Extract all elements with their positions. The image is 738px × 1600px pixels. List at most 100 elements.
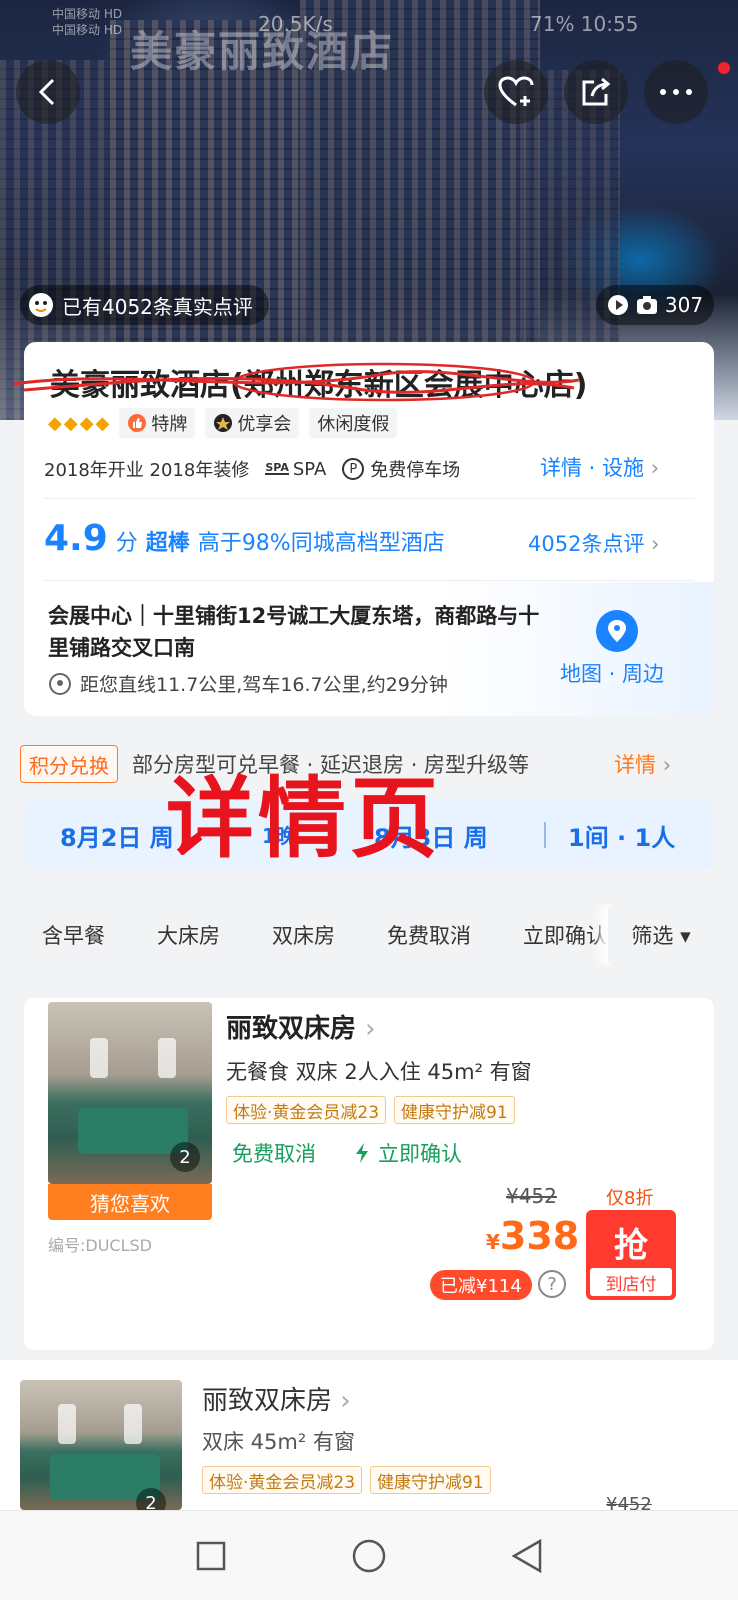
room-card[interactable]: 2 丽致双床房 › 双床 45m² 有窗 体验·黄金会员减23 健康守护减91 … (0, 1360, 738, 1515)
diamond-icon: ◆ (48, 412, 62, 434)
points-detail-link[interactable]: 详情 › (614, 749, 671, 779)
parking-label: 免费停车场 (370, 460, 461, 481)
promo-chip: 体验·黄金会员减23 (226, 1096, 387, 1124)
parking-facility: P 免费停车场 (342, 456, 460, 482)
book-button[interactable]: 抢 到店付 (586, 1210, 676, 1300)
room-filter-bar: 含早餐 大床房 双床房 免费取消 立即确认 筛选 ▾ (24, 904, 714, 966)
status-bar: 中国移动 HD 中国移动 HD 20.5K/s 71% 10:55 (0, 0, 738, 48)
chevron-right-icon: › (650, 456, 660, 480)
location-section[interactable]: 会展中心｜十里铺街12号诚工大厦东塔，商都路与十里铺路交叉口南 距您直线11.7… (24, 582, 714, 716)
details-link-label: 详情 · 设施 (540, 456, 645, 480)
date-separator (544, 822, 546, 848)
free-cancel-text: 免费取消 (232, 1142, 316, 1166)
rooms-guests[interactable]: 1间 · 1人 (568, 818, 675, 853)
photo-gallery-pill[interactable]: 307 (596, 285, 714, 325)
lamp (58, 1404, 76, 1444)
open-renovate-year: 2018年开业 2018年装修 (44, 460, 250, 481)
filter-king-bed[interactable]: 大床房 (139, 904, 238, 966)
room-title[interactable]: 丽致双床房 › (202, 1380, 351, 1417)
tag-special[interactable]: 特牌 (119, 408, 196, 438)
spa-facility: SPA SPA (265, 459, 326, 480)
notification-dot (718, 62, 730, 74)
chevron-right-icon: › (651, 532, 660, 556)
hotel-tag-row: ◆ ◆ ◆ ◆ 特牌 优享会 休闲度假 (48, 408, 398, 438)
home-button[interactable] (346, 1533, 392, 1579)
checkin-date[interactable]: 8月2日 周 (60, 818, 174, 853)
favorite-button[interactable] (484, 60, 548, 124)
camera-icon (636, 296, 657, 314)
mascot-icon (29, 293, 53, 317)
square-icon (196, 1541, 226, 1571)
promo-chip: 体验·黄金会员减23 (202, 1466, 363, 1494)
review-count-pill[interactable]: 已有4052条真实点评 (20, 285, 269, 325)
room-meta: 双床 45m² 有窗 (202, 1430, 355, 1454)
map-nearby-link[interactable]: 地图 · 周边 (560, 658, 664, 688)
lamp (158, 1038, 176, 1078)
carrier-info: 中国移动 HD 中国移动 HD (52, 6, 122, 38)
system-nav-bar (0, 1510, 738, 1600)
hotel-name: 美豪丽致酒店(郑州郑东新区会展中心店) (50, 368, 588, 403)
divider (44, 498, 694, 499)
lightning-icon (356, 1143, 368, 1163)
chevron-right-icon: › (340, 1386, 351, 1416)
back-button[interactable] (16, 60, 80, 124)
room-promo-chips: 体验·黄金会员减23 健康守护减91 (226, 1096, 515, 1124)
room-photo[interactable]: 2 (20, 1380, 182, 1510)
price-amount: 338 (499, 1214, 580, 1258)
chevron-right-icon: › (662, 753, 672, 777)
battery-time: 71% 10:55 (530, 12, 639, 36)
diamond-icon: ◆ (63, 412, 78, 434)
spa-icon: SPA (265, 461, 289, 475)
share-button[interactable] (564, 60, 628, 124)
filter-instant-confirm[interactable]: 立即确认 (505, 904, 625, 966)
hotel-detail-page: 美豪丽致酒店 中国移动 HD 中国移动 HD 20.5K/s 71% 10:55… (0, 0, 738, 1600)
section-gap (0, 980, 738, 1000)
thumbs-up-icon (128, 414, 147, 432)
room-photo[interactable]: 2 (48, 1002, 212, 1184)
member-badge-icon (214, 414, 233, 432)
review-pill-text: 已有4052条真实点评 (62, 294, 253, 319)
saved-amount-badge[interactable]: 已减¥114 (430, 1270, 532, 1300)
room-card[interactable]: 2 猜您喜欢 编号:DUCLSD 丽致双床房 › 无餐食 双床 2人入住 45m… (24, 998, 714, 1350)
more-button[interactable] (644, 60, 708, 124)
filter-free-cancel[interactable]: 免费取消 (369, 904, 489, 966)
map-pin-button[interactable] (596, 610, 638, 652)
instant-confirm: 立即确认 (354, 1138, 462, 1168)
tag-label: 特牌 (151, 414, 188, 435)
location-pin-icon (49, 672, 71, 695)
video-icon (607, 295, 628, 315)
filter-button[interactable]: 筛选 ▾ (608, 904, 714, 966)
watermark-text: 详情页 (166, 766, 443, 870)
room-code: 编号:DUCLSD (48, 1236, 152, 1255)
tag-member[interactable]: 优享会 (205, 408, 300, 438)
pay-at-hotel-label: 到店付 (590, 1268, 672, 1296)
discount-label: 仅8折 (606, 1188, 654, 1209)
share-icon (582, 77, 611, 106)
score-block[interactable]: 4.9 分 超棒 高于98%同城高档型酒店 (44, 518, 445, 559)
room-meta: 无餐食 双床 2人入住 45m² 有窗 (226, 1060, 532, 1084)
recent-apps-button[interactable] (188, 1533, 234, 1579)
current-price: ¥338 (486, 1214, 579, 1258)
currency-symbol: ¥ (486, 1230, 500, 1254)
circle-icon (352, 1539, 386, 1573)
diamond-icon: ◆ (79, 412, 94, 434)
back-nav-button[interactable] (504, 1533, 550, 1579)
help-icon[interactable]: ? (538, 1270, 566, 1298)
filter-twin-bed[interactable]: 双床房 (254, 904, 353, 966)
score-unit: 分 (115, 531, 138, 556)
carrier-2: 中国移动 HD (52, 23, 123, 37)
room-title-text: 丽致双床房 (202, 1386, 333, 1416)
tag-leisure[interactable]: 休闲度假 (309, 408, 398, 438)
filter-breakfast[interactable]: 含早餐 (24, 904, 123, 966)
photo-count-badge: 2 (170, 1142, 200, 1172)
lamp (124, 1404, 142, 1444)
tag-label: 优享会 (237, 414, 292, 435)
reviews-link[interactable]: 4052条点评 › (528, 528, 660, 558)
diamond-icon: ◆ (95, 412, 110, 434)
divider (44, 580, 694, 581)
details-facilities-link[interactable]: 详情 · 设施 › (540, 452, 659, 482)
promo-chip: 健康守护减91 (394, 1096, 515, 1124)
net-speed: 20.5K/s (258, 12, 333, 36)
room-title[interactable]: 丽致双床房 › (226, 1008, 375, 1045)
carrier-1: 中国移动 HD (52, 7, 123, 21)
